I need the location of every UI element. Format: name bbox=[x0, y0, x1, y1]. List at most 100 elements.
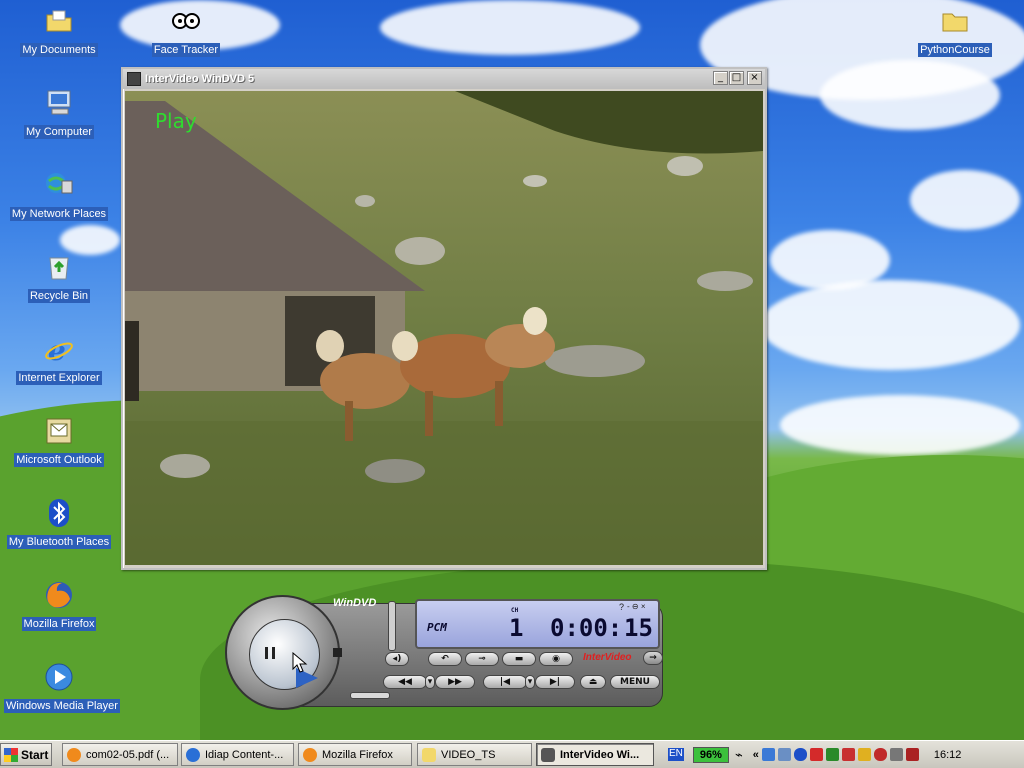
windvd-control-panel[interactable]: WinDVD PCM CH 1 0:00: 15 ? - ⊖ × ◂) ↶ ⊸ … bbox=[225, 595, 665, 710]
key-button[interactable]: ⊸ bbox=[465, 652, 499, 666]
mouse-cursor-icon bbox=[292, 652, 308, 673]
desktop-icon-my-documents[interactable]: My Documents bbox=[4, 5, 114, 58]
chapter-options-button[interactable]: ▾ bbox=[525, 675, 535, 689]
printer-icon[interactable] bbox=[905, 748, 919, 761]
windvd-titlebar[interactable]: InterVideo WinDVD 5 _ □ × bbox=[123, 69, 765, 89]
navigation-dial[interactable] bbox=[225, 595, 342, 710]
tray-expand-button[interactable]: « bbox=[753, 749, 759, 761]
language-indicator[interactable]: EN bbox=[668, 748, 684, 761]
stop-icon[interactable] bbox=[333, 648, 342, 657]
speaker-icon[interactable] bbox=[889, 748, 903, 761]
bluetooth-icon bbox=[43, 497, 75, 529]
face-tracker-icon bbox=[170, 5, 202, 37]
desktop-icon-my-network-places[interactable]: My Network Places bbox=[4, 169, 114, 222]
antivirus-icon[interactable] bbox=[873, 748, 887, 761]
desktop-icon-label: Windows Media Player bbox=[4, 699, 120, 713]
playback-status-osd: Play bbox=[155, 109, 197, 133]
system-tray: EN 96% ⌁ « 16:12 bbox=[668, 743, 1024, 766]
cloud bbox=[780, 395, 1020, 455]
audio-format: PCM bbox=[427, 621, 447, 634]
cloud bbox=[820, 60, 1000, 130]
menu-button[interactable]: MENU bbox=[610, 675, 660, 689]
desktop-icon-my-computer[interactable]: My Computer bbox=[4, 87, 114, 140]
windvd-app-icon bbox=[541, 747, 555, 762]
desktop-icon-recycle-bin[interactable]: Recycle Bin bbox=[4, 251, 114, 304]
windvd-window[interactable]: InterVideo WinDVD 5 _ □ × Play bbox=[121, 67, 767, 570]
windvd-logo: WinDVD bbox=[333, 597, 377, 609]
previous-chapter-button[interactable]: |◀ bbox=[483, 675, 527, 689]
bluetooth-icon[interactable] bbox=[793, 748, 807, 761]
intervideo-brand: InterVideo bbox=[583, 652, 632, 663]
chapter-label: CH bbox=[511, 607, 519, 614]
subtitle-button[interactable]: ▬ bbox=[502, 652, 536, 666]
start-button[interactable]: Start bbox=[0, 743, 52, 766]
network-icon[interactable] bbox=[761, 748, 775, 761]
firefox-icon bbox=[43, 579, 75, 611]
eject-button[interactable]: ⏏ bbox=[580, 675, 606, 689]
display-icon[interactable] bbox=[777, 748, 791, 761]
mute-button[interactable]: ◂) bbox=[385, 652, 409, 666]
capture-button[interactable]: ◉ bbox=[539, 652, 573, 666]
desktop-icon-microsoft-outlook[interactable]: Microsoft Outlook bbox=[4, 415, 114, 468]
pause-icon[interactable] bbox=[265, 647, 275, 659]
taskbar-item-video-ts[interactable]: VIDEO_TS bbox=[417, 743, 532, 766]
desktop-icon-python-course[interactable]: PythonCourse bbox=[900, 5, 1010, 58]
desktop-icon-internet-explorer[interactable]: e Internet Explorer bbox=[4, 333, 114, 386]
windvd-window-title: InterVideo WinDVD 5 bbox=[145, 73, 255, 85]
panel-bottom-slider[interactable] bbox=[350, 692, 390, 699]
firefox-icon bbox=[303, 747, 317, 762]
expand-arrow-button[interactable]: → bbox=[643, 651, 663, 665]
rewind-button[interactable]: ◀◀ bbox=[383, 675, 427, 689]
maximize-button[interactable]: □ bbox=[729, 71, 744, 85]
desktop-icon-label: Microsoft Outlook bbox=[14, 453, 104, 467]
time-seconds: 15 bbox=[624, 614, 653, 642]
desktop: My Documents Face Tracker PythonCourse M… bbox=[0, 0, 1024, 740]
dial-center[interactable] bbox=[249, 619, 320, 690]
battery-meter[interactable]: 96% bbox=[692, 746, 729, 763]
task-label: VIDEO_TS bbox=[441, 748, 496, 761]
video-frame[interactable]: Play bbox=[125, 91, 763, 565]
help-button[interactable]: ? bbox=[619, 602, 624, 612]
taskbar: Start com02-05.pdf (... Idiap Content-..… bbox=[0, 740, 1024, 768]
desktop-icon-face-tracker[interactable]: Face Tracker bbox=[131, 5, 241, 58]
sync-icon[interactable] bbox=[857, 748, 871, 761]
status-display: PCM CH 1 0:00: 15 ? - ⊖ × bbox=[415, 599, 660, 649]
task-label: InterVideo Wi... bbox=[560, 748, 640, 761]
fast-forward-button[interactable]: ▶▶ bbox=[435, 675, 475, 689]
taskbar-item-windvd[interactable]: InterVideo Wi... bbox=[536, 743, 654, 766]
desktop-icon-label: Face Tracker bbox=[151, 43, 221, 57]
folder-documents-icon bbox=[43, 5, 75, 37]
task-label: Idiap Content-... bbox=[205, 748, 284, 761]
desktop-icon-label: My Computer bbox=[23, 125, 95, 139]
panel-window-controls[interactable]: - ⊖ × bbox=[627, 602, 645, 611]
rewind-options-button[interactable]: ▾ bbox=[425, 675, 435, 689]
cloud bbox=[380, 0, 640, 55]
desktop-icon-windows-media-player[interactable]: Windows Media Player bbox=[4, 661, 120, 714]
next-chapter-button[interactable]: ▶| bbox=[535, 675, 575, 689]
wireless-icon[interactable] bbox=[825, 748, 839, 761]
desktop-icon-my-bluetooth-places[interactable]: My Bluetooth Places bbox=[4, 497, 114, 550]
shield-icon[interactable] bbox=[841, 748, 855, 761]
video-scene bbox=[125, 91, 763, 565]
power-plug-icon[interactable]: ⌁ bbox=[735, 747, 743, 763]
volume-slider[interactable] bbox=[388, 601, 396, 651]
desktop-icon-label: PythonCourse bbox=[918, 43, 992, 57]
taskbar-item-pdf[interactable]: com02-05.pdf (... bbox=[62, 743, 178, 766]
chapter-number: 1 bbox=[509, 614, 524, 642]
desktop-icon-mozilla-firefox[interactable]: Mozilla Firefox bbox=[4, 579, 114, 632]
desktop-icon-label: My Network Places bbox=[9, 207, 109, 221]
windvd-app-icon bbox=[127, 72, 141, 86]
internet-explorer-icon bbox=[186, 747, 200, 762]
taskbar-item-firefox[interactable]: Mozilla Firefox bbox=[298, 743, 412, 766]
security-icon[interactable] bbox=[809, 748, 823, 761]
media-player-icon bbox=[43, 661, 75, 693]
time-hours-minutes: 0:00: bbox=[550, 614, 623, 642]
outlook-icon bbox=[43, 415, 75, 447]
return-button[interactable]: ↶ bbox=[428, 652, 462, 666]
close-button[interactable]: × bbox=[747, 71, 762, 85]
taskbar-item-idiap[interactable]: Idiap Content-... bbox=[181, 743, 294, 766]
clock[interactable]: 16:12 bbox=[934, 749, 962, 761]
firefox-icon bbox=[67, 747, 81, 762]
minimize-button[interactable]: _ bbox=[713, 71, 728, 85]
task-label: com02-05.pdf (... bbox=[86, 748, 170, 761]
